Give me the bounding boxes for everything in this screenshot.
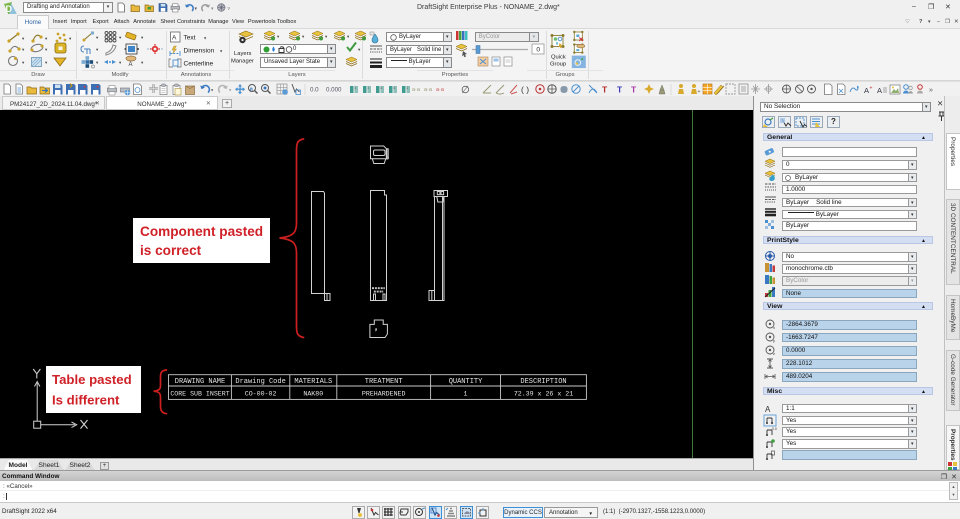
svg-text:▾: ▾ xyxy=(119,60,122,65)
svg-text:▾: ▾ xyxy=(347,34,350,39)
svg-text:NAK80: NAK80 xyxy=(303,391,323,398)
svg-text:Dimension: Dimension xyxy=(184,48,215,55)
svg-text:D: D xyxy=(6,4,13,14)
svg-text:x: x xyxy=(773,325,775,330)
svg-text:Drawing Code: Drawing Code xyxy=(235,378,285,386)
svg-text:∅: ∅ xyxy=(461,85,470,96)
svg-text:0: 0 xyxy=(536,47,540,54)
svg-text:CORE SUB INSERT: CORE SUB INSERT xyxy=(170,391,229,398)
svg-text:CO-00-02: CO-00-02 xyxy=(245,391,277,398)
svg-text:▾: ▾ xyxy=(96,35,99,40)
svg-text:y: y xyxy=(773,338,775,343)
svg-text:Centerline: Centerline xyxy=(184,61,214,68)
svg-text:A: A xyxy=(864,86,869,95)
svg-text:+: + xyxy=(698,89,701,95)
svg-text:TREATMENT: TREATMENT xyxy=(365,378,403,386)
svg-text:a·a: a·a xyxy=(436,87,445,93)
svg-text:T: T xyxy=(631,85,637,95)
svg-text:a·a: a·a xyxy=(412,87,421,93)
svg-text:▾: ▾ xyxy=(204,36,207,41)
svg-text:▾: ▾ xyxy=(119,35,122,40)
svg-text:T: T xyxy=(602,85,608,95)
svg-text:▾: ▾ xyxy=(45,47,48,52)
svg-text:0.0: 0.0 xyxy=(310,87,319,94)
svg-text:▾: ▾ xyxy=(277,34,280,39)
svg-text:▾: ▾ xyxy=(96,60,99,65)
svg-text:▾: ▾ xyxy=(45,36,48,41)
svg-text:DESCRIPTION: DESCRIPTION xyxy=(520,378,566,386)
svg-text:0.0: 0.0 xyxy=(772,427,777,431)
svg-text:▾: ▾ xyxy=(358,47,361,52)
svg-text:Layers: Layers xyxy=(234,51,252,57)
svg-text:▾: ▾ xyxy=(45,60,48,65)
svg-text:Text: Text xyxy=(184,35,196,42)
svg-text:A: A xyxy=(877,86,882,95)
svg-text:A: A xyxy=(129,62,133,68)
svg-text:▾: ▾ xyxy=(22,60,25,65)
svg-text:▾: ▾ xyxy=(141,35,144,40)
svg-text:▾: ▾ xyxy=(195,6,198,12)
svg-text:1: 1 xyxy=(464,391,468,398)
svg-text:T: T xyxy=(617,85,623,95)
svg-text:( ): ( ) xyxy=(521,85,529,95)
svg-text:a·a: a·a xyxy=(424,87,433,93)
svg-text:▾: ▾ xyxy=(211,88,214,93)
svg-text:▾: ▾ xyxy=(141,60,144,65)
svg-text:QUANTITY: QUANTITY xyxy=(449,378,483,386)
svg-text:▾: ▾ xyxy=(302,34,305,39)
svg-text:A: A xyxy=(172,35,177,42)
svg-text:▾: ▾ xyxy=(220,49,223,54)
svg-text:Quick: Quick xyxy=(551,55,566,61)
svg-text:MATERIALS: MATERIALS xyxy=(294,378,332,386)
svg-text:Group: Group xyxy=(550,62,566,68)
svg-text:Manager: Manager xyxy=(231,59,254,65)
svg-text:▿: ▿ xyxy=(228,6,231,12)
svg-text:Table pasted: Table pasted xyxy=(52,372,132,387)
svg-text:▾: ▾ xyxy=(22,36,25,41)
svg-text:+: + xyxy=(870,86,873,92)
svg-text:z: z xyxy=(773,351,775,356)
svg-text:Is different: Is different xyxy=(52,393,120,408)
svg-text:PREHARDENED: PREHARDENED xyxy=(362,391,406,398)
svg-text:0.000: 0.000 xyxy=(326,87,342,94)
svg-text:▾: ▾ xyxy=(96,47,99,52)
svg-text:▾: ▾ xyxy=(69,36,72,41)
svg-text:»: » xyxy=(929,87,933,94)
svg-text:Component pasted: Component pasted xyxy=(140,224,263,239)
svg-text:DRAWING NAME: DRAWING NAME xyxy=(175,378,225,386)
svg-text:▾: ▾ xyxy=(22,47,25,52)
svg-text:A: A xyxy=(765,405,771,414)
svg-text:▾: ▾ xyxy=(325,34,328,39)
svg-text:▾: ▾ xyxy=(211,6,214,12)
svg-text:is correct: is correct xyxy=(140,243,202,258)
svg-text:▾: ▾ xyxy=(229,88,232,93)
svg-text:72.39 x 26 x 21: 72.39 x 26 x 21 xyxy=(514,391,573,398)
